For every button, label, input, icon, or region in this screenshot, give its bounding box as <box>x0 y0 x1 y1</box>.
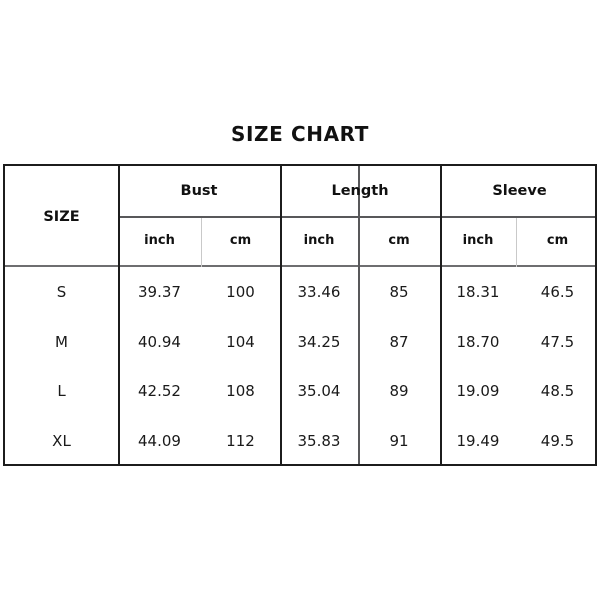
cell-sleeve-cm: 47.5 <box>540 332 575 351</box>
unit-header-length-cm: cm <box>388 233 410 248</box>
cell-size: M <box>55 332 68 351</box>
table-row: M 40.94 104 34.25 87 18.70 47.5 <box>5 317 599 367</box>
cell-sleeve-inch: 18.31 <box>456 282 500 301</box>
cell-bust-cm: 108 <box>226 382 255 401</box>
unit-header-bust-cm: cm <box>229 233 252 248</box>
cell-length-cm: 85 <box>389 282 409 301</box>
table-row: L 42.52 108 35.04 89 19.09 48.5 <box>5 367 599 417</box>
cell-sleeve-cm: 46.5 <box>540 282 575 301</box>
unit-header-length-inch: inch <box>303 233 335 248</box>
cell-length-inch: 35.04 <box>297 382 341 401</box>
column-header-bust: Bust <box>180 183 218 199</box>
cell-sleeve-cm: 48.5 <box>540 382 575 401</box>
cell-bust-inch: 42.52 <box>138 382 181 401</box>
cell-bust-inch: 39.37 <box>138 282 181 301</box>
cell-bust-cm: 112 <box>226 432 255 451</box>
cell-sleeve-inch: 19.09 <box>456 382 500 401</box>
cell-size: L <box>57 382 66 401</box>
cell-bust-cm: 100 <box>226 282 255 301</box>
cell-length-inch: 35.83 <box>297 432 341 451</box>
table-row: XL 44.09 112 35.83 91 19.49 49.5 <box>5 416 599 466</box>
cell-sleeve-inch: 18.70 <box>456 332 500 351</box>
cell-length-cm: 89 <box>389 382 409 401</box>
cell-sleeve-inch: 19.49 <box>456 432 500 451</box>
unit-header-sleeve-cm: cm <box>546 233 569 248</box>
cell-bust-inch: 44.09 <box>138 432 181 451</box>
column-header-size: SIZE <box>43 208 80 225</box>
cell-length-inch: 34.25 <box>297 332 341 351</box>
cell-bust-cm: 104 <box>226 332 255 351</box>
table-body: S 39.37 100 33.46 85 18.31 46.5 M 40.94 … <box>5 267 599 466</box>
cell-size: XL <box>52 432 71 451</box>
cell-sleeve-cm: 49.5 <box>540 432 575 451</box>
cell-length-inch: 33.46 <box>297 282 341 301</box>
cell-length-cm: 87 <box>389 332 409 351</box>
unit-header-bust-inch: inch <box>144 233 175 248</box>
column-header-length: Length <box>331 183 389 199</box>
column-header-sleeve: Sleeve <box>492 183 547 199</box>
cell-size: S <box>56 282 67 301</box>
unit-header-sleeve-inch: inch <box>462 233 494 248</box>
table-row: S 39.37 100 33.46 85 18.31 46.5 <box>5 267 599 317</box>
size-chart-table: SIZE Bust Length Sleeve inch cm inch cm … <box>3 164 597 466</box>
cell-bust-inch: 40.94 <box>138 332 181 351</box>
cell-length-cm: 91 <box>389 432 409 451</box>
page-title: SIZE CHART <box>230 122 369 146</box>
